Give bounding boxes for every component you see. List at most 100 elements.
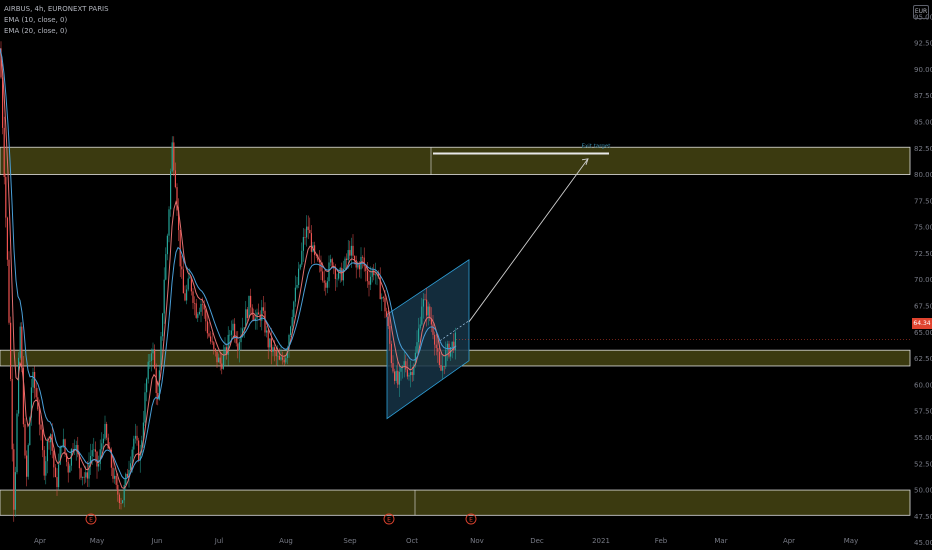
candle-body <box>400 367 402 372</box>
candle-body <box>56 477 58 488</box>
candle-body <box>282 357 284 360</box>
candle-body <box>418 328 420 343</box>
x-tick-label: Feb <box>655 537 668 545</box>
candle-body <box>349 250 351 256</box>
candle-body <box>134 435 136 439</box>
y-tick-label: 55.00 <box>914 434 932 442</box>
candle-body <box>424 299 426 300</box>
x-tick-label: Sep <box>343 537 357 545</box>
candle-body <box>306 226 308 238</box>
candle-body <box>293 301 295 318</box>
candle-body <box>53 450 55 468</box>
candle-body <box>21 326 23 368</box>
y-tick-label: 92.50 <box>914 40 932 48</box>
x-tick-label: 2021 <box>592 537 610 545</box>
candle-body <box>432 324 434 335</box>
candle-body <box>232 323 234 331</box>
y-tick-label: 52.50 <box>914 460 932 468</box>
candle-body <box>88 463 90 479</box>
candle-body <box>5 176 7 218</box>
x-tick-label: Apr <box>34 537 46 545</box>
candle-body <box>48 441 50 443</box>
ema10-legend[interactable]: EMA (10, close, 0) <box>4 15 109 26</box>
candle-body <box>237 343 239 351</box>
candle-body <box>99 449 101 464</box>
candle-body <box>16 413 18 473</box>
candle-body <box>40 424 42 430</box>
candle-body <box>75 445 77 449</box>
candle-body <box>82 476 84 478</box>
candle-body <box>451 341 453 348</box>
candle-body <box>211 341 213 343</box>
candle-body <box>419 324 421 329</box>
support-resistance-zone <box>0 146 911 175</box>
candle-body <box>208 333 210 337</box>
candle-body <box>347 250 349 260</box>
candle-body <box>67 461 69 473</box>
symbol-title[interactable]: AIRBUS, 4h, EURONEXT PARIS <box>4 4 109 15</box>
x-tick-label: May <box>844 537 858 545</box>
candle-body <box>370 276 372 285</box>
candle-body <box>136 435 138 441</box>
candle-body <box>45 461 47 476</box>
candle-body <box>246 309 248 318</box>
candle-body <box>102 438 104 444</box>
candle-body <box>386 311 388 317</box>
candle-body <box>125 473 127 485</box>
candle-body <box>362 256 364 258</box>
candle-body <box>267 330 269 348</box>
candle-body <box>133 438 135 450</box>
candle-body <box>336 278 338 280</box>
earnings-marker-label: E <box>387 517 391 524</box>
candle-body <box>163 279 165 314</box>
candle-body <box>27 445 29 477</box>
candle-body <box>398 371 400 385</box>
candle-body <box>326 281 328 288</box>
candle-body <box>86 472 88 479</box>
candle-body <box>182 269 184 294</box>
candle-body <box>301 250 303 265</box>
candle-body <box>357 264 359 268</box>
candle-body <box>341 267 343 281</box>
chart-canvas[interactable]: Exit target 45.00 47.50 50.00 52.50 55.00 57.5… <box>0 0 932 550</box>
candle-body <box>202 303 204 305</box>
candle-body <box>248 295 250 318</box>
candle-body <box>352 245 354 256</box>
candle-body <box>298 268 300 285</box>
candle-body <box>131 449 133 464</box>
candle-body <box>410 372 412 376</box>
earnings-marker-label: E <box>89 517 93 524</box>
candle-body <box>350 245 352 256</box>
candle-body <box>427 306 429 316</box>
x-tick-label: Oct <box>406 537 418 545</box>
candle-body <box>437 348 439 352</box>
candle-body <box>275 350 277 357</box>
candle-body <box>166 235 168 255</box>
candle-body <box>11 378 13 450</box>
x-tick-label: Mar <box>714 537 727 545</box>
price-chart[interactable]: Exit target 45.00 47.50 50.00 52.50 55.00 57.5… <box>0 0 932 550</box>
candle-body <box>270 338 272 352</box>
candle-body <box>195 303 197 318</box>
candle-body <box>194 302 196 304</box>
candle-body <box>216 351 218 363</box>
candle-body <box>118 494 120 503</box>
candle-body <box>106 423 108 438</box>
candle-body <box>368 281 370 285</box>
candle-body <box>397 370 399 385</box>
candle-body <box>174 170 176 188</box>
ema20-legend[interactable]: EMA (20, close, 0) <box>4 26 109 37</box>
candle-body <box>35 388 37 398</box>
y-tick-label: 82.50 <box>914 145 932 153</box>
candle-body <box>6 217 8 260</box>
candle-body <box>24 424 26 456</box>
candle-body <box>366 270 368 282</box>
y-tick-label: 90.00 <box>914 66 932 74</box>
currency-badge[interactable]: EUR <box>913 5 929 19</box>
earnings-marker-label: E <box>469 517 473 524</box>
candle-body <box>344 258 346 269</box>
last-price-badge: 64.34 <box>912 318 932 329</box>
candle-body <box>3 127 5 177</box>
candle-body <box>392 363 394 372</box>
candle-body <box>8 259 10 323</box>
